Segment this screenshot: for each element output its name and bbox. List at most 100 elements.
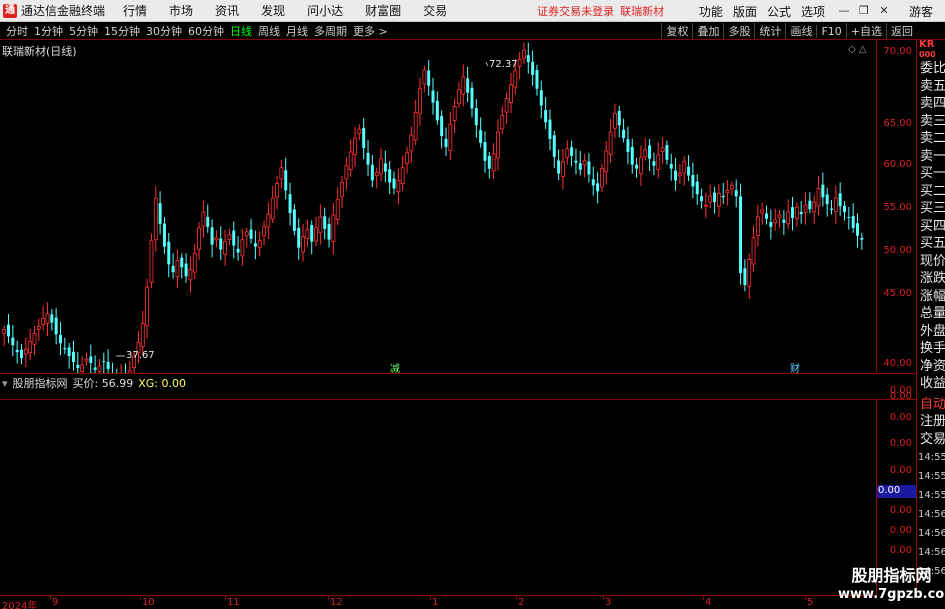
candle-body[interactable] [604,150,609,173]
candle-body[interactable] [41,318,46,325]
period-more[interactable]: 更多 > [353,23,388,39]
candle-body[interactable] [383,163,387,172]
candle-body[interactable] [838,193,842,207]
candle-body[interactable] [58,334,62,344]
candle-body[interactable] [50,314,54,323]
candle-body[interactable] [700,196,704,202]
candle-body[interactable] [413,112,418,141]
candle-body[interactable] [257,240,262,249]
candle-body[interactable] [67,347,71,357]
candle-body[interactable] [192,253,197,273]
candle-body[interactable] [335,198,340,220]
candle-body[interactable] [180,257,184,268]
candle-body[interactable] [206,216,210,227]
quote-sell2[interactable]: 卖二 [917,130,945,148]
candle-body[interactable] [786,211,791,225]
candle-body[interactable] [821,184,825,198]
quote-buy4[interactable]: 买四 [917,218,945,236]
chart-settings-icon[interactable]: ◇ △ [848,44,867,55]
menu-xuanxiang[interactable]: 选项 [801,3,825,20]
candle-body[interactable] [427,70,431,86]
period-5min[interactable]: 5分钟 [69,23,98,39]
candle-body[interactable] [570,147,574,156]
quote-buy3[interactable]: 买三 [917,200,945,218]
tool-f10[interactable]: F10 [816,24,845,38]
candle-body[interactable] [84,358,89,362]
candle-body[interactable] [240,239,245,257]
candle-body[interactable] [80,364,85,372]
candle-body[interactable] [526,55,530,63]
quote-earnings[interactable]: 收益 [917,375,945,393]
candle-body[interactable] [145,286,150,327]
candle-body[interactable] [669,164,673,169]
candle-body[interactable] [153,197,158,241]
tool-back[interactable]: 返回 [886,23,917,39]
candle-body[interactable] [769,222,773,227]
candle-body[interactable] [496,131,500,159]
candle-body[interactable] [739,196,743,274]
quote-buy2[interactable]: 买二 [917,183,945,201]
candle-body[interactable] [747,259,752,287]
candle-body[interactable] [713,192,717,203]
candle-body[interactable] [812,201,817,213]
indicator-toggle-icon[interactable]: ▾ [2,377,8,390]
quote-sell1[interactable]: 卖一 [917,148,945,166]
candle-body[interactable] [622,129,626,139]
candle-body[interactable] [214,237,219,241]
candle-body[interactable] [249,229,253,239]
candle-body[interactable] [405,152,409,164]
candle-body[interactable] [400,167,405,184]
candle-body[interactable] [574,160,578,163]
close-icon[interactable]: ✕ [875,3,893,19]
candle-body[interactable] [158,203,162,224]
candle-body[interactable] [162,223,166,247]
candle-body[interactable] [483,141,487,161]
candle-body[interactable] [340,182,344,197]
candle-body[interactable] [565,148,570,158]
candle-body[interactable] [392,178,396,189]
quote-buy5[interactable]: 买五 [917,235,945,253]
candle-body[interactable] [716,192,721,207]
candle-body[interactable] [357,128,362,134]
candle-body[interactable] [422,69,427,85]
candle-body[interactable] [479,130,483,143]
candle-body[interactable] [695,181,699,195]
candle-body[interactable] [323,216,327,229]
candle-body[interactable] [509,84,513,104]
candle-body[interactable] [466,78,470,93]
candle-body[interactable] [184,263,188,277]
quote-sell4[interactable]: 卖四 [917,95,945,113]
candle-body[interactable] [674,170,678,181]
menu-jiaoyi[interactable]: 交易 [423,2,447,19]
candle-body[interactable] [253,243,257,247]
period-multi[interactable]: 多周期 [314,23,347,39]
candle-body[interactable] [93,367,97,370]
candle-body[interactable] [89,356,93,364]
candle-body[interactable] [370,164,374,181]
candle-body[interactable] [219,238,223,250]
candle-body[interactable] [348,151,353,170]
candle-body[interactable] [678,173,682,177]
candle-body[interactable] [608,131,613,155]
quote-outer[interactable]: 外盘 [917,323,945,341]
menu-wenxiaoda[interactable]: 问小达 [307,2,343,19]
candle-body[interactable] [791,207,795,218]
candle-body[interactable] [305,229,310,239]
candle-body[interactable] [15,349,19,353]
candle-body[interactable] [71,351,75,363]
quote-pct[interactable]: 涨幅 [917,288,945,306]
candle-body[interactable] [617,111,621,126]
tool-tongji[interactable]: 统计 [754,23,785,39]
candle-body[interactable] [188,268,193,281]
candle-body[interactable] [171,265,175,273]
candle-body[interactable] [517,58,522,67]
candle-body[interactable] [97,365,102,372]
candle-body[interactable] [691,174,695,187]
tab-auto[interactable]: 自动 [917,396,945,414]
candle-body[interactable] [366,152,370,165]
candle-body[interactable] [833,197,838,213]
candle-body[interactable] [379,158,383,175]
candle-body[interactable] [500,114,505,130]
tool-fuquan[interactable]: 复权 [661,23,692,39]
quote-buy1[interactable]: 买一 [917,165,945,183]
